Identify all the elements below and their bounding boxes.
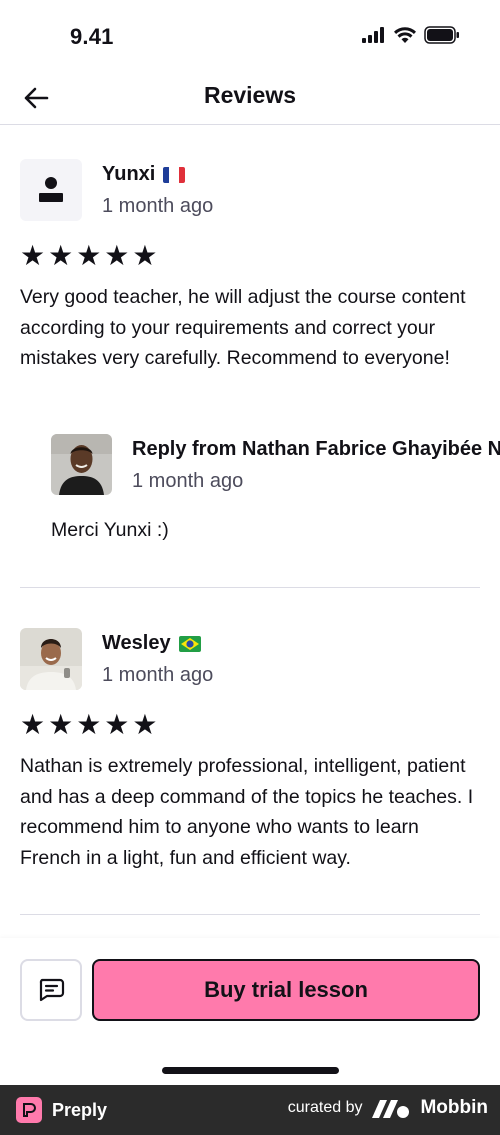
signal-icon <box>362 27 384 43</box>
review-item: Yunxi 1 month ago ★★★★★ Very good teache… <box>20 159 500 559</box>
reviewer-name: Wesley <box>102 632 201 655</box>
bottom-action-bar: Buy trial lesson <box>0 938 500 1085</box>
tutor-avatar <box>51 434 112 495</box>
reviewer-name-label: Wesley <box>102 632 171 654</box>
footer-curator: curated by Mobbin <box>288 1097 488 1119</box>
reviewer-avatar <box>20 628 82 690</box>
reply-title: Reply from Nathan Fabrice Ghayibée N. <box>132 438 500 460</box>
reviewer-name-label: Yunxi <box>102 163 156 185</box>
reply-date: 1 month ago <box>132 470 244 492</box>
star-rating: ★★★★★ <box>20 709 161 740</box>
page-title: Reviews <box>203 82 297 108</box>
nav-bar: Reviews <box>0 70 500 125</box>
curated-by-text: curated by <box>287 1099 363 1116</box>
user-icon <box>39 177 63 202</box>
status-icons <box>362 26 460 44</box>
back-button[interactable] <box>20 82 52 114</box>
avatar-placeholder <box>20 159 82 221</box>
brazil-flag-icon <box>178 635 201 652</box>
status-bar: 9.41 <box>0 0 500 70</box>
buy-trial-lesson-button[interactable]: Buy trial lesson <box>92 959 480 1021</box>
footer-bar: Preply curated by Mobbin <box>0 1085 500 1135</box>
preply-logo-icon <box>16 1097 42 1123</box>
footer-brand: Preply <box>16 1097 107 1123</box>
review-date: 1 month ago <box>102 195 214 217</box>
reviewer-photo <box>20 628 82 690</box>
arrow-left-icon <box>24 87 49 109</box>
review-text: Very good teacher, he will adjust the co… <box>20 286 466 369</box>
preply-brand-text: Preply <box>52 1099 108 1120</box>
divider <box>20 914 480 915</box>
home-indicator <box>162 1067 339 1074</box>
star-rating: ★★★★★ <box>20 240 161 271</box>
divider <box>20 587 480 588</box>
message-button[interactable] <box>20 959 82 1021</box>
review-item: Wesley 1 month ago ★★★★★ Nathan is extre… <box>20 628 480 908</box>
review-date: 1 month ago <box>102 664 214 686</box>
battery-icon <box>424 26 459 44</box>
reviewer-name: Yunxi <box>102 163 186 186</box>
status-time: 9.41 <box>70 24 114 49</box>
france-flag-icon <box>163 166 186 183</box>
message-icon <box>39 978 65 1002</box>
mobbin-brand-text: Mobbin <box>420 1097 488 1118</box>
review-text: Nathan is extremely professional, intell… <box>20 755 474 869</box>
mobbin-logo-icon <box>372 1100 410 1118</box>
wifi-icon <box>394 27 416 43</box>
tutor-photo <box>51 434 112 495</box>
reply-text: Merci Yunxi :) <box>51 519 169 541</box>
